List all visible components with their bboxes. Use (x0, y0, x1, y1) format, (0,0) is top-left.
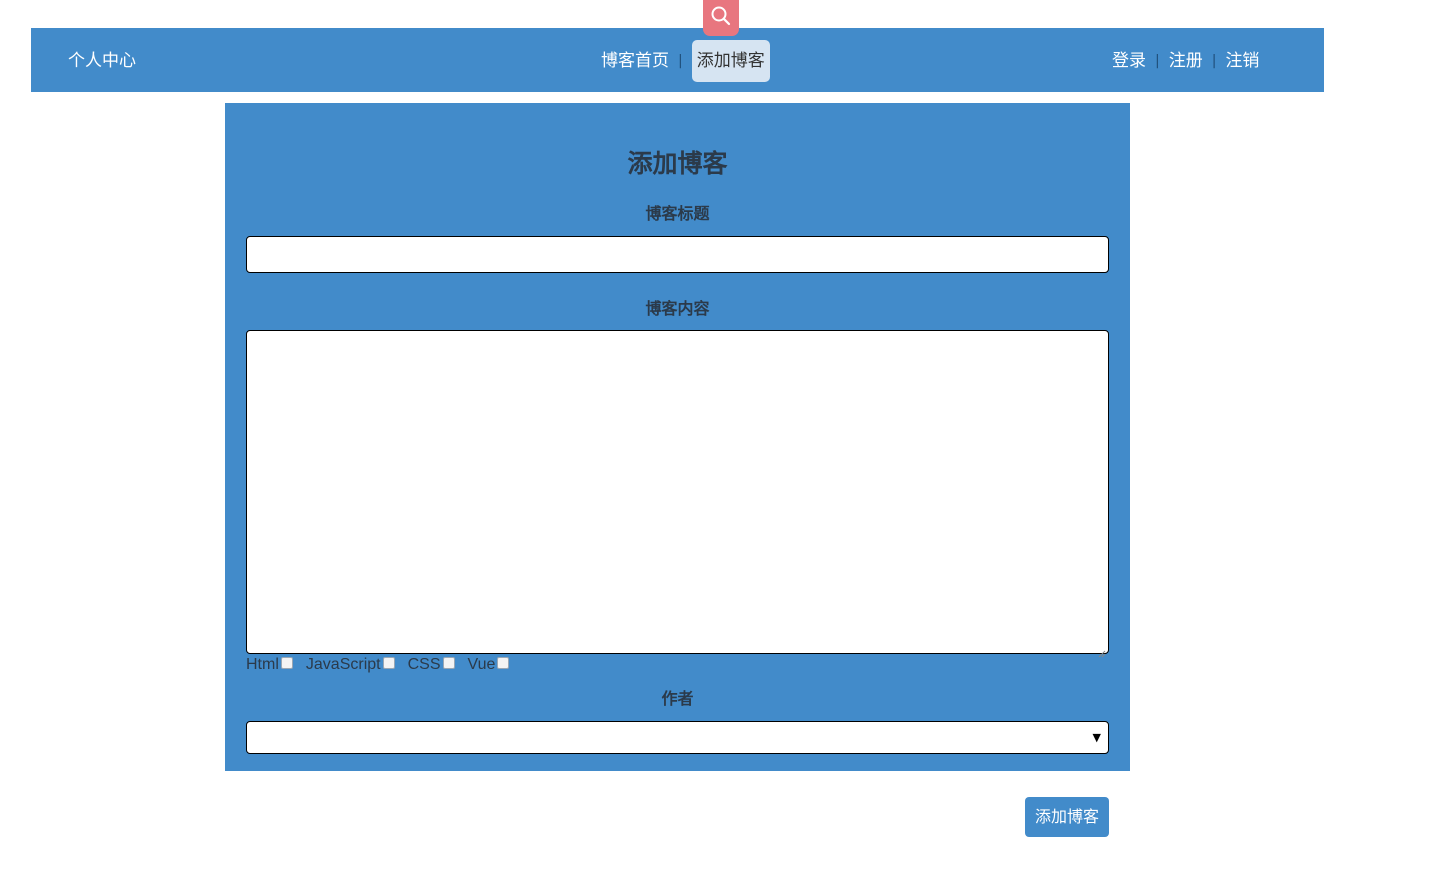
form-title: 添加博客 (627, 149, 728, 178)
tag-html-checkbox[interactable] (280, 657, 293, 669)
tag-label: CSS (407, 656, 441, 673)
author-label: 作者 (661, 689, 694, 708)
add-blog-submit-button[interactable]: 添加博客 (1025, 797, 1109, 837)
resize-grip-icon[interactable] (1098, 643, 1106, 658)
nav-add-blog[interactable]: 添加博客 (691, 40, 770, 82)
add-blog-form: 添加博客 博客标题 博客内容 Html JavaScript CSS Vue 作… (225, 103, 1130, 771)
tag-javascript-checkbox[interactable] (382, 657, 395, 669)
tag-vue: Vue (468, 656, 510, 674)
nav-blog-home[interactable]: 博客首页 (601, 49, 669, 73)
search-button[interactable] (703, 0, 739, 36)
blog-title-input[interactable] (246, 236, 1109, 273)
tag-css: CSS (408, 656, 455, 674)
blog-title-label: 博客标题 (645, 204, 710, 223)
tag-checkbox-group: Html JavaScript CSS Vue (246, 654, 510, 676)
tag-html: Html (246, 656, 293, 674)
tag-vue-checkbox[interactable] (497, 657, 510, 669)
tag-label: Vue (467, 656, 496, 673)
nav-separator: | (1155, 53, 1160, 69)
top-navbar: 个人中心 博客首页 | 添加博客 登录 | 注册 | 注销 (31, 28, 1324, 92)
tag-label: Html (246, 656, 279, 673)
nav-separator: | (678, 53, 683, 69)
nav-login[interactable]: 登录 (1112, 49, 1146, 73)
blog-content-textarea[interactable] (246, 330, 1109, 654)
tag-css-checkbox[interactable] (442, 657, 455, 669)
search-icon (710, 5, 732, 31)
nav-center-group: 博客首页 | 添加博客 (601, 40, 770, 82)
blog-content-label: 博客内容 (645, 299, 710, 318)
nav-auth-group: 登录 | 注册 | 注销 (1112, 40, 1259, 82)
nav-personal-center[interactable]: 个人中心 (68, 49, 136, 73)
nav-register[interactable]: 注册 (1169, 49, 1203, 73)
nav-separator: | (1211, 53, 1217, 69)
tag-javascript: JavaScript (306, 656, 395, 674)
author-select[interactable]: ▼ (246, 721, 1109, 754)
dropdown-arrow-icon: ▼ (1092, 731, 1101, 744)
nav-logout[interactable]: 注销 (1225, 49, 1259, 73)
tag-label: JavaScript (305, 656, 381, 673)
